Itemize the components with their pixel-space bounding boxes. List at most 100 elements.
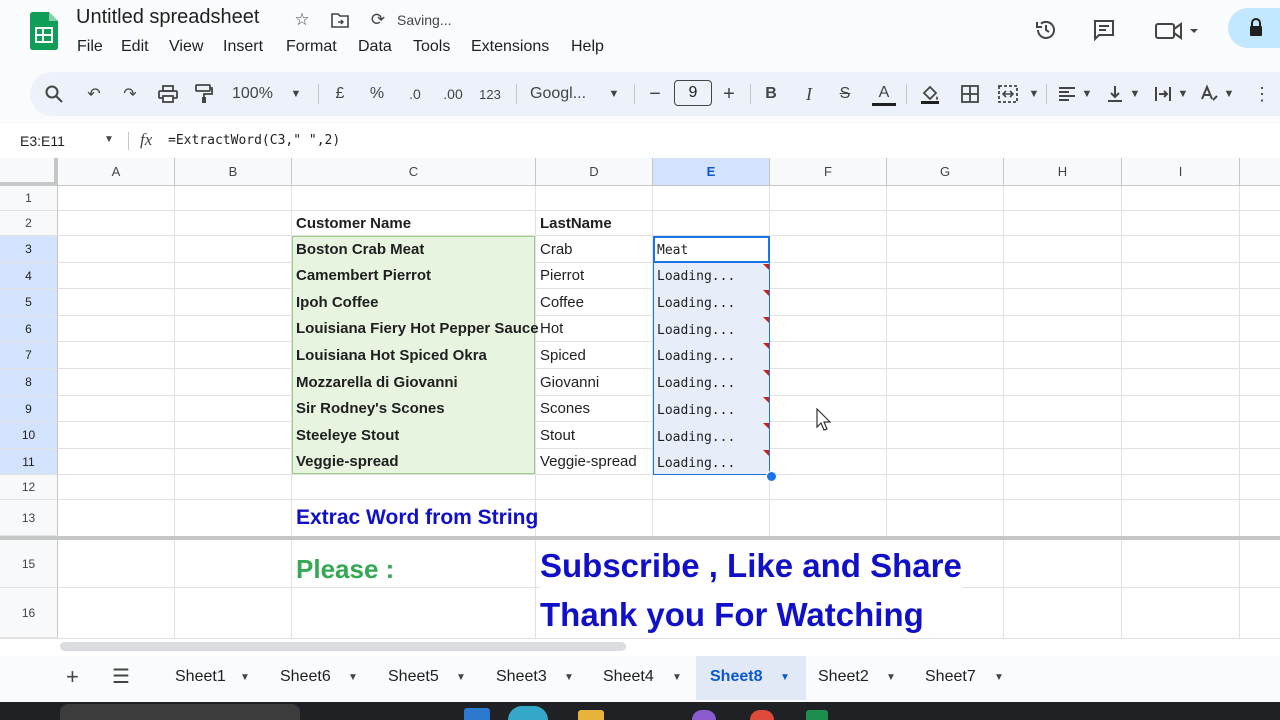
vertical-align-icon[interactable]	[1104, 82, 1126, 106]
undo-icon[interactable]: ↶	[82, 82, 106, 106]
rotation-chevron-down-icon[interactable]: ▼	[1222, 82, 1236, 106]
customer-name-cell[interactable]: Mozzarella di Giovanni	[296, 369, 458, 395]
lastname-cell[interactable]: Scones	[540, 396, 590, 421]
tab-sheet5[interactable]: Sheet5	[388, 668, 439, 686]
column-header-b[interactable]: B	[175, 158, 292, 186]
taskbar-app-icon[interactable]	[692, 710, 716, 720]
menu-edit[interactable]: Edit	[121, 38, 149, 56]
tab-chevron-down-icon[interactable]: ▼	[240, 672, 250, 683]
row-header-8[interactable]: 8	[0, 369, 58, 396]
increase-font-size-button[interactable]: +	[718, 82, 740, 106]
document-title[interactable]: Untitled spreadsheet	[76, 6, 259, 29]
lastname-cell[interactable]: Pierrot	[540, 263, 584, 288]
column-header-c[interactable]: C	[292, 158, 536, 186]
error-indicator-icon[interactable]	[763, 343, 769, 349]
comments-icon[interactable]	[1090, 16, 1118, 44]
menu-insert[interactable]: Insert	[223, 38, 263, 56]
column-header-e[interactable]: E	[653, 158, 770, 186]
taskbar-app-icon[interactable]	[750, 710, 774, 720]
thanks-banner[interactable]: Thank you For Watching	[540, 590, 924, 640]
tab-chevron-down-icon[interactable]: ▼	[456, 672, 466, 683]
error-indicator-icon[interactable]	[763, 290, 769, 296]
text-rotation-icon[interactable]	[1198, 82, 1220, 106]
error-indicator-icon[interactable]	[763, 264, 769, 270]
tab-chevron-down-icon[interactable]: ▼	[994, 672, 1004, 683]
column-header-i[interactable]: I	[1122, 158, 1240, 186]
column-header-d[interactable]: D	[536, 158, 653, 186]
zoom-select[interactable]: 100%	[232, 82, 280, 106]
name-box[interactable]: E3:E11	[20, 133, 65, 149]
lastname-cell[interactable]: Stout	[540, 422, 575, 448]
fill-handle[interactable]	[766, 471, 777, 482]
increase-decimal-button[interactable]: .00	[440, 82, 466, 106]
error-indicator-icon[interactable]	[763, 423, 769, 429]
row-header-6[interactable]: 6	[0, 316, 58, 342]
row-header-15[interactable]: 15	[0, 540, 58, 588]
column-header-a[interactable]: A	[58, 158, 175, 186]
decrease-decimal-button[interactable]: .0	[402, 82, 428, 106]
meet-icon[interactable]	[1152, 16, 1200, 44]
row-header-11[interactable]: 11	[0, 449, 58, 475]
error-indicator-icon[interactable]	[763, 317, 769, 323]
customer-name-cell[interactable]: Camembert Pierrot	[296, 263, 431, 288]
customer-name-cell[interactable]: Louisiana Fiery Hot Pepper Sauce	[296, 316, 539, 341]
row-header-2[interactable]: 2	[0, 211, 58, 236]
result-cell[interactable]: Meat	[657, 237, 688, 263]
header-lastname[interactable]: LastName	[540, 211, 612, 235]
print-icon[interactable]	[156, 82, 180, 106]
row-header-9[interactable]: 9	[0, 396, 58, 422]
font-chevron-down-icon[interactable]: ▼	[606, 82, 622, 106]
formula-input[interactable]: =ExtractWord(C3," ",2)	[168, 133, 340, 148]
tab-chevron-down-icon[interactable]: ▼	[564, 672, 574, 683]
taskbar-search-box[interactable]	[60, 704, 300, 720]
menu-view[interactable]: View	[169, 38, 203, 56]
lastname-cell[interactable]: Coffee	[540, 289, 584, 315]
align-chevron-down-icon[interactable]: ▼	[1080, 82, 1094, 106]
select-all-corner[interactable]	[0, 158, 58, 186]
result-cell[interactable]: Loading...	[657, 263, 735, 289]
column-header-j[interactable]	[1240, 158, 1280, 186]
menu-file[interactable]: File	[77, 38, 103, 56]
tab-sheet3[interactable]: Sheet3	[496, 668, 547, 686]
result-cell[interactable]: Loading...	[657, 317, 735, 343]
add-sheet-icon[interactable]: +	[66, 664, 79, 690]
customer-name-cell[interactable]: Louisiana Hot Spiced Okra	[296, 342, 487, 368]
version-history-icon[interactable]	[1032, 16, 1060, 44]
sheets-logo-icon[interactable]	[30, 12, 58, 50]
customer-name-cell[interactable]: Veggie-spread	[296, 449, 399, 474]
tab-sheet6[interactable]: Sheet6	[280, 668, 331, 686]
customer-name-cell[interactable]: Boston Crab Meat	[296, 236, 424, 262]
lastname-cell[interactable]: Crab	[540, 236, 573, 262]
result-cell[interactable]: Loading...	[657, 290, 735, 316]
menu-data[interactable]: Data	[358, 38, 392, 56]
tab-sheet7[interactable]: Sheet7	[925, 668, 976, 686]
row-header-16[interactable]: 16	[0, 588, 58, 638]
heading-extract-word[interactable]: Extrac Word from String	[296, 500, 538, 536]
share-button[interactable]	[1228, 8, 1280, 48]
tab-sheet8[interactable]: Sheet8	[710, 668, 762, 686]
tab-chevron-down-icon[interactable]: ▼	[886, 672, 896, 683]
row-header-10[interactable]: 10	[0, 422, 58, 449]
star-icon[interactable]: ☆	[292, 10, 312, 30]
font-size-input[interactable]: 9	[674, 80, 712, 106]
more-options-icon[interactable]: ⋮	[1252, 82, 1272, 106]
taskbar-app-icon[interactable]	[578, 710, 604, 720]
fill-color-icon[interactable]	[918, 82, 942, 106]
taskbar-app-icon[interactable]	[806, 710, 828, 720]
column-header-f[interactable]: F	[770, 158, 887, 186]
valign-chevron-down-icon[interactable]: ▼	[1128, 82, 1142, 106]
error-indicator-icon[interactable]	[763, 450, 769, 456]
tab-chevron-down-icon[interactable]: ▼	[672, 672, 682, 683]
row-header-12[interactable]: 12	[0, 475, 58, 500]
menu-format[interactable]: Format	[286, 38, 337, 56]
paint-format-icon[interactable]	[192, 82, 216, 106]
move-folder-icon[interactable]	[330, 10, 350, 30]
result-cell[interactable]: Loading...	[657, 450, 735, 476]
lastname-cell[interactable]: Veggie-spread	[540, 449, 637, 474]
merge-cells-icon[interactable]	[996, 82, 1020, 106]
row-header-4[interactable]: 4	[0, 263, 58, 289]
customer-name-cell[interactable]: Ipoh Coffee	[296, 289, 379, 315]
customer-name-cell[interactable]: Steeleye Stout	[296, 422, 399, 448]
lastname-cell[interactable]: Spiced	[540, 342, 586, 368]
font-family-select[interactable]: Googl...	[530, 82, 600, 106]
